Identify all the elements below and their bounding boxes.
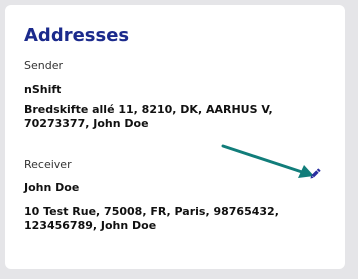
receiver-label: Receiver [24, 158, 72, 171]
annotation-arrow [221, 144, 314, 178]
edit-receiver-button[interactable] [308, 167, 322, 181]
addresses-title: Addresses [24, 25, 130, 46]
pencil-icon [308, 167, 322, 181]
receiver-address: 10 Test Rue, 75008, FR, Paris, 98765432,… [24, 205, 279, 232]
sender-address: Bredskifte allé 11, 8210, DK, AARHUS V, … [24, 103, 273, 130]
receiver-name: John Doe [24, 181, 80, 194]
sender-name: nShift [24, 83, 62, 96]
sender-label: Sender [24, 59, 63, 72]
addresses-card: Addresses Sender nShift Bredskifte allé … [5, 5, 345, 269]
